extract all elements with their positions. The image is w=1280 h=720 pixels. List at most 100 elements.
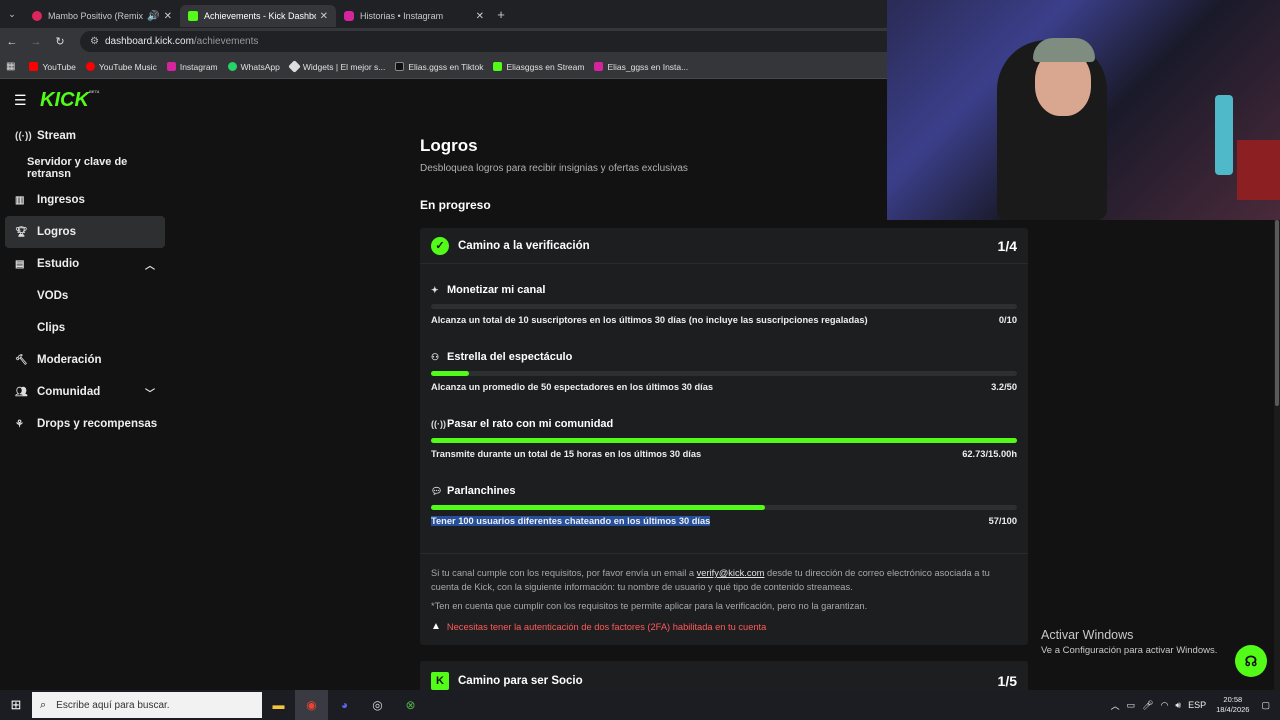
task-title: Parlanchines xyxy=(447,485,516,497)
task-description: Alcanza un total de 10 suscriptores en l… xyxy=(431,315,868,325)
youtube-favicon-icon xyxy=(32,11,42,21)
sidebar-item-logros[interactable]: 🏆︎ Logros xyxy=(5,216,165,248)
windows-activation-watermark: Activar Windows Ve a Configuración para … xyxy=(1041,628,1218,656)
verified-check-icon: ✓ xyxy=(431,236,449,255)
bookmark-instagram[interactable]: Instagram xyxy=(166,62,218,72)
youtube-music-icon xyxy=(85,62,95,71)
whatsapp-icon xyxy=(227,62,237,71)
task-value: 62.73/15.00h xyxy=(962,449,1017,459)
forward-icon[interactable]: → xyxy=(24,36,48,48)
search-icon: ⌕ xyxy=(40,698,47,711)
task-title: Pasar el rato con mi comunidad xyxy=(447,418,614,430)
tab-list-chevron-icon[interactable]: ⌄ xyxy=(0,9,24,20)
users-icon: ⚇ xyxy=(431,351,440,362)
sidebar-item-vods[interactable]: VODs xyxy=(5,280,165,312)
bookmark-widgets[interactable]: Widgets | El mejor s... xyxy=(287,60,385,73)
sidebar-item-estudio[interactable]: ▤ Estudio ︿ xyxy=(5,248,165,280)
sidebar-item-drops[interactable]: ⚘ Drops y recompensas xyxy=(5,408,165,440)
chrome-icon[interactable]: ◉ xyxy=(295,690,328,720)
verification-instructions: Si tu canal cumple con los requisitos, p… xyxy=(431,568,990,592)
task-value: 3.2/50 xyxy=(991,382,1017,392)
reload-icon[interactable]: ↻ xyxy=(48,35,72,48)
browser-tab-2[interactable]: Historias • Instagram ✕ xyxy=(336,5,492,27)
sidebar-item-stream-key[interactable]: Servidor y clave de retransn xyxy=(5,152,165,184)
sidebar-item-comunidad[interactable]: 👥︎ Comunidad ﹀ xyxy=(5,376,165,408)
site-info-icon[interactable]: ⚙ xyxy=(90,36,99,47)
wifi-icon[interactable]: ◠ xyxy=(1161,700,1169,711)
close-tab-icon[interactable]: ✕ xyxy=(164,11,172,22)
kick-icon xyxy=(493,62,503,71)
chevron-up-icon[interactable]: ︿ xyxy=(1111,699,1120,712)
bookmark-tiktok[interactable]: Elias.ggss en Tiktok xyxy=(395,62,483,72)
sidebar: ☰ KICKBETA ((·)) Stream Servidor y clave … xyxy=(0,80,170,690)
volume-icon[interactable]: 🔊︎ xyxy=(1175,700,1181,711)
trophy-icon: 🏆︎ xyxy=(15,226,28,238)
task-chatters: 💬︎ Parlanchines Tener 100 usuarios difere… xyxy=(431,485,1017,526)
bookmark-kick[interactable]: Eliasggss en Stream xyxy=(493,62,584,72)
bookmark-whatsapp[interactable]: WhatsApp xyxy=(227,62,280,72)
chart-icon: ▥ xyxy=(15,194,25,206)
close-tab-icon[interactable]: ✕ xyxy=(320,11,328,22)
bookmark-instagram-2[interactable]: Elias_ggss en Insta... xyxy=(594,62,688,72)
sidebar-item-stream[interactable]: ((·)) Stream xyxy=(5,120,165,152)
task-star: ⚇ Estrella del espectáculo Alcanza un pro… xyxy=(431,351,1017,392)
progress-bar xyxy=(431,371,1017,376)
support-chat-icon[interactable]: ☊ xyxy=(1235,645,1267,677)
task-hangout: ((·)) Pasar el rato con mi comunidad Tran… xyxy=(431,418,1017,459)
progress-bar xyxy=(431,438,1017,443)
card-title: Camino a la verificación xyxy=(458,239,590,252)
file-explorer-icon[interactable]: ▬ xyxy=(262,690,295,720)
menu-icon[interactable]: ☰ xyxy=(14,92,40,109)
language-indicator[interactable]: ESP xyxy=(1188,700,1206,710)
bookmark-youtube-music[interactable]: YouTube Music xyxy=(85,62,157,72)
2fa-warning: ▲ Necesitas tener la autenticación de dos… xyxy=(431,621,767,632)
taskbar-search-input[interactable]: ⌕ Escribe aquí para buscar. xyxy=(32,692,262,718)
browser-tab-0[interactable]: Mambo Positivo (Remix) | Y 🔊 ✕ xyxy=(24,5,180,27)
kick-k-icon: K xyxy=(431,672,449,690)
task-description: Tener 100 usuarios diferentes chateando … xyxy=(431,516,711,526)
network-icon[interactable]: ▭ xyxy=(1127,700,1136,711)
xbox-icon[interactable]: ⊗ xyxy=(394,690,427,720)
bookmark-youtube[interactable]: YouTube xyxy=(29,62,76,72)
speaker-icon[interactable]: 🔊 xyxy=(147,11,159,22)
kick-favicon-icon xyxy=(188,11,198,21)
url-path: /achievements xyxy=(193,36,259,47)
system-tray: ︿ ▭ 🎤︎ ◠ 🔊︎ ESP 20:58 18/4/2026 ▢ xyxy=(1104,690,1270,720)
sidebar-item-moderacion[interactable]: 🔨︎ Moderación xyxy=(5,344,165,376)
new-tab-icon[interactable]: + xyxy=(492,7,510,22)
verify-email-link[interactable]: verify@kick.com xyxy=(697,568,765,578)
verification-note: *Ten en cuenta que cumplir con los requi… xyxy=(431,601,868,611)
kick-logo[interactable]: KICKBETA xyxy=(40,89,99,112)
card-header[interactable]: ✓ Camino a la verificación 1/4 xyxy=(420,228,1028,264)
chevron-down-icon[interactable]: ﹀ xyxy=(145,385,155,400)
streamer-cap xyxy=(1033,38,1095,62)
apps-grid-icon[interactable]: ▦ xyxy=(6,61,15,72)
sidebar-item-clips[interactable]: Clips xyxy=(5,312,165,344)
browser-tab-1[interactable]: Achievements - Kick Dashboard ✕ xyxy=(180,5,336,27)
back-icon[interactable]: ← xyxy=(0,36,24,48)
windows-start-icon[interactable]: ⊞ xyxy=(0,697,32,713)
tab-title: Achievements - Kick Dashboard xyxy=(204,11,316,21)
notifications-icon[interactable]: ▢ xyxy=(1261,700,1270,711)
red-chair xyxy=(1237,140,1280,200)
clock[interactable]: 20:58 18/4/2026 xyxy=(1216,695,1249,715)
task-value: 57/100 xyxy=(988,516,1017,526)
chevron-up-icon[interactable]: ︿ xyxy=(145,257,155,272)
task-monetize: ✦ Monetizar mi canal Alcanza un total de … xyxy=(431,284,1017,325)
url-input[interactable]: ⚙ dashboard.kick.com/achievements xyxy=(80,31,940,52)
drops-icon: ⚘ xyxy=(15,418,24,430)
close-tab-icon[interactable]: ✕ xyxy=(476,11,484,22)
task-title: Monetizar mi canal xyxy=(447,284,546,296)
microphone-icon[interactable]: 🎤︎ xyxy=(1142,700,1153,711)
card-title: Camino para ser Socio xyxy=(458,675,583,687)
card-count: 1/4 xyxy=(997,237,1017,254)
sidebar-item-ingresos[interactable]: ▥ Ingresos xyxy=(5,184,165,216)
scrollbar-thumb[interactable] xyxy=(1275,220,1279,406)
obs-icon[interactable]: ◎ xyxy=(361,690,394,720)
discord-icon[interactable]: ◕ xyxy=(328,690,361,720)
warning-icon: ▲ xyxy=(431,621,441,632)
page-title: Logros xyxy=(420,136,478,155)
sidebar-header: ☰ KICKBETA xyxy=(0,80,170,120)
water-bottle xyxy=(1215,95,1233,175)
task-value: 0/10 xyxy=(998,315,1017,325)
